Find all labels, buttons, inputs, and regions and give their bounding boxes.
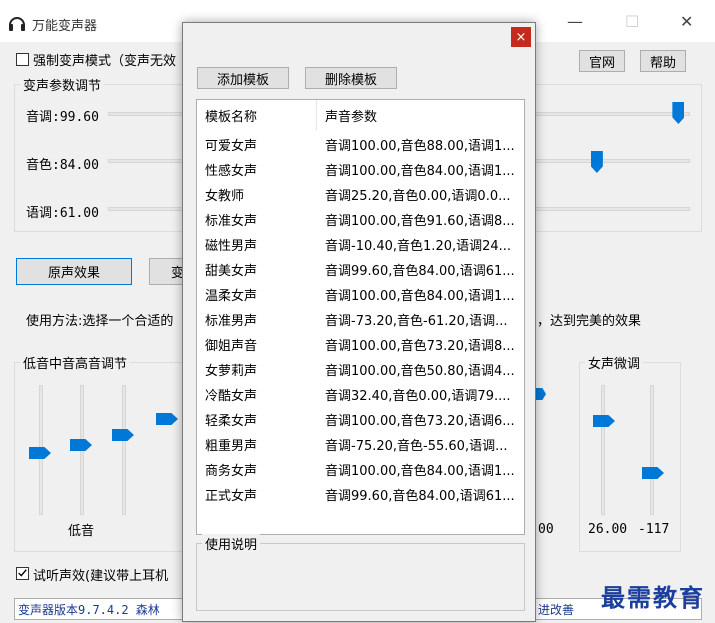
template-name: 标准男声 [205, 314, 258, 329]
female-tune-slider-1[interactable] [601, 385, 605, 515]
template-params: 音调100.00,音色73.20,语调8... [325, 339, 515, 354]
pitch-label: 音调:99.60 [26, 110, 99, 125]
template-row[interactable]: 粗重男声 音调-75.20,音色-55.60,语调... [197, 431, 524, 456]
template-dialog: × 添加模板 删除模板 模板名称 声音参数 可爱女声 音调100.00,音色88.… [182, 22, 536, 622]
template-params: 音调100.00,音色84.00,语调1... [325, 289, 515, 304]
template-params: 音调100.00,音色91.60,语调8... [325, 214, 515, 229]
template-params: 音调-73.20,音色-61.20,语调... [325, 314, 508, 329]
partial-value: 00 [538, 522, 554, 537]
template-params: 音调32.40,音色0.00,语调79.... [325, 389, 511, 404]
usage-text-right: ，达到完美的效果 [537, 314, 642, 329]
female-tune-slider-2[interactable] [650, 385, 654, 515]
template-params: 音调100.00,音色73.20,语调6... [325, 414, 515, 429]
check-icon [18, 569, 27, 577]
bass-label: 低音 [68, 524, 95, 539]
template-row[interactable]: 温柔女声 音调100.00,音色84.00,语调1... [197, 281, 524, 306]
voice-params-group-label: 变声参数调节 [20, 75, 105, 94]
template-row[interactable]: 正式女声 音调99.60,音色84.00,语调61... [197, 481, 524, 506]
close-button[interactable]: ✕ [680, 12, 693, 31]
template-name: 女教师 [205, 189, 245, 204]
headphones-icon [9, 17, 25, 31]
official-site-button[interactable]: 官网 [579, 50, 625, 72]
template-row[interactable]: 商务女声 音调100.00,音色84.00,语调1... [197, 456, 524, 481]
template-params: 音调99.60,音色84.00,语调61... [325, 264, 515, 279]
template-name: 磁性男声 [205, 239, 258, 254]
template-row[interactable]: 女教师 音调25.20,音色0.00,语调0.0... [197, 181, 524, 206]
template-params: 音调100.00,音色84.00,语调1... [325, 464, 515, 479]
add-template-button[interactable]: 添加模板 [197, 67, 289, 89]
template-row[interactable]: 性感女声 音调100.00,音色84.00,语调1... [197, 156, 524, 181]
template-row[interactable]: 标准男声 音调-73.20,音色-61.20,语调... [197, 306, 524, 331]
template-name: 粗重男声 [205, 439, 258, 454]
template-name: 商务女声 [205, 464, 258, 479]
dialog-close-button[interactable]: × [511, 27, 531, 47]
female-tune-value-left: 26.00 [588, 522, 628, 537]
usage-text-left: 使用方法:选择一个合适的 [26, 314, 174, 329]
speed-label: 语调:61.00 [26, 206, 99, 221]
template-name: 正式女声 [205, 489, 258, 504]
treble-slider[interactable] [122, 385, 126, 515]
template-name: 甜美女声 [205, 264, 258, 279]
template-name: 御姐声音 [205, 339, 258, 354]
listen-label: 试听声效(建议带上耳机 [33, 569, 169, 584]
female-tune-value-right: -117 [638, 522, 670, 537]
original-voice-button[interactable]: 原声效果 [16, 258, 132, 285]
timbre-label: 音色:84.00 [26, 158, 99, 173]
female-tune-group-label: 女声微调 [585, 353, 644, 372]
status-text-left: 变声器版本9.7.4.2 森林 [18, 603, 160, 617]
template-row[interactable]: 甜美女声 音调99.60,音色84.00,语调61... [197, 256, 524, 281]
app-title: 万能变声器 [32, 19, 98, 34]
template-row[interactable]: 磁性男声 音调-10.40,音色1.20,语调24... [197, 231, 524, 256]
listen-checkbox[interactable] [16, 567, 29, 580]
minimize-button[interactable]: — [567, 12, 583, 31]
usage-note-label: 使用说明 [202, 534, 261, 553]
force-mode-checkbox[interactable] [16, 53, 29, 66]
template-list[interactable]: 模板名称 声音参数 可爱女声 音调100.00,音色88.00,语调1... 性感女… [196, 99, 525, 535]
template-name: 冷酷女声 [205, 389, 258, 404]
col-header-params[interactable]: 声音参数 [317, 100, 524, 130]
force-mode-label: 强制变声模式（变声无效 [33, 54, 177, 69]
template-name: 女萝莉声 [205, 364, 258, 379]
template-row[interactable]: 女萝莉声 音调100.00,音色50.80,语调4... [197, 356, 524, 381]
template-params: 音调100.00,音色88.00,语调1... [325, 139, 515, 154]
template-name: 轻柔女声 [205, 414, 258, 429]
template-name: 温柔女声 [205, 289, 258, 304]
col-header-name[interactable]: 模板名称 [197, 100, 317, 130]
template-params: 音调100.00,音色84.00,语调1... [325, 164, 515, 179]
template-row[interactable]: 御姐声音 音调100.00,音色73.20,语调8... [197, 331, 524, 356]
template-row[interactable]: 冷酷女声 音调32.40,音色0.00,语调79.... [197, 381, 524, 406]
template-row[interactable]: 轻柔女声 音调100.00,音色73.20,语调6... [197, 406, 524, 431]
template-params: 音调100.00,音色50.80,语调4... [325, 364, 515, 379]
maximize-button[interactable]: ☐ [625, 12, 639, 31]
help-button[interactable]: 帮助 [640, 50, 686, 72]
template-name: 标准女声 [205, 214, 258, 229]
template-name: 可爱女声 [205, 139, 258, 154]
template-row[interactable]: 可爱女声 音调100.00,音色88.00,语调1... [197, 131, 524, 156]
status-text-right: 进改善 [538, 603, 575, 617]
watermark-logo: 最需教育 [601, 583, 705, 612]
template-params: 音调-10.40,音色1.20,语调24... [325, 239, 512, 254]
template-params: 音调-75.20,音色-55.60,语调... [325, 439, 508, 454]
usage-note-group [196, 543, 525, 611]
template-params: 音调99.60,音色84.00,语调61... [325, 489, 515, 504]
template-params: 音调25.20,音色0.00,语调0.0... [325, 189, 511, 204]
template-row[interactable]: 标准女声 音调100.00,音色91.60,语调8... [197, 206, 524, 231]
template-name: 性感女声 [205, 164, 258, 179]
delete-template-button[interactable]: 删除模板 [305, 67, 397, 89]
eq-group-label: 低音中音高音调节 [20, 353, 131, 372]
